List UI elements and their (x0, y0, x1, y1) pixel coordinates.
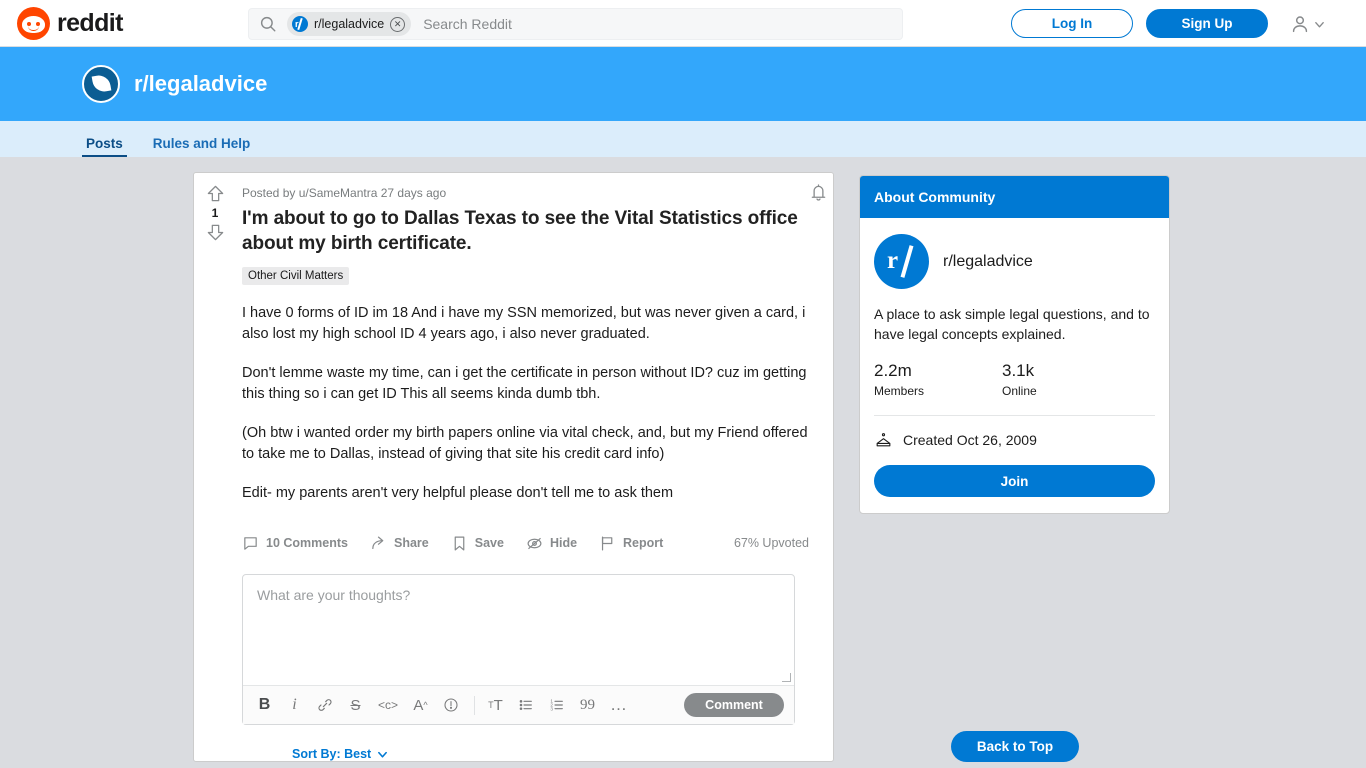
community-avatar-icon: r (874, 234, 929, 289)
chevron-down-icon (1315, 21, 1324, 27)
sort-label: Sort By: Best (292, 747, 372, 762)
subreddit-avatar-icon (82, 65, 120, 103)
share-button[interactable]: Share (370, 535, 429, 552)
join-community-button[interactable]: Join (874, 465, 1155, 498)
community-stats: 2.2m Members 3.1k Online (874, 361, 1155, 398)
back-to-top-button[interactable]: Back to Top (951, 731, 1079, 762)
post-flair[interactable]: Other Civil Matters (242, 267, 350, 286)
search-input[interactable]: Search Reddit (423, 16, 512, 32)
submit-comment-button[interactable]: Comment (684, 693, 784, 718)
comment-input[interactable]: What are your thoughts? (243, 575, 794, 685)
post-main: Posted by u/SameMantra 27 days ago I'm a… (236, 173, 833, 761)
top-navigation-bar: reddit r r/legaladvice ✕ Search Reddit L… (0, 0, 1366, 47)
hide-button[interactable]: Hide (526, 535, 577, 552)
login-button[interactable]: Log In (1011, 9, 1133, 38)
comments-button[interactable]: 10 Comments (242, 535, 348, 552)
cake-icon (876, 433, 891, 447)
about-community-header: About Community (860, 176, 1169, 218)
numbered-list-icon[interactable]: 123 (549, 697, 565, 713)
online-stat: 3.1k Online (1002, 361, 1130, 398)
page-content: 1 Posted by u/SameMantra 27 days ago I'm… (0, 157, 1366, 768)
comment-placeholder: What are your thoughts? (257, 587, 411, 604)
subreddit-banner: r/legaladvice (0, 47, 1366, 121)
hide-label: Hide (549, 536, 578, 551)
subreddit-avatar-icon: r (292, 16, 308, 32)
quote-icon[interactable]: 99 (580, 697, 595, 714)
search-scope-chip[interactable]: r r/legaladvice ✕ (287, 12, 412, 36)
members-count: 2.2m (874, 361, 912, 381)
members-label: Members (874, 384, 925, 399)
search-bar[interactable]: r r/legaladvice ✕ Search Reddit (248, 8, 903, 40)
post-paragraph: I have 0 forms of ID im 18 And i have my… (242, 305, 806, 343)
search-icon (260, 16, 276, 32)
bold-icon[interactable]: B (257, 696, 272, 714)
comments-sort-selector[interactable]: Sort By: Best (292, 747, 819, 761)
share-label: Share (393, 536, 429, 551)
bell-icon (811, 184, 826, 201)
comments-label: 10 Comments (266, 536, 348, 551)
community-created: Created Oct 26, 2009 (874, 430, 1155, 449)
created-date: Created Oct 26, 2009 (903, 431, 1037, 448)
search-chip-label: r/legaladvice (314, 17, 385, 31)
reddit-wordmark: reddit (57, 8, 123, 37)
community-identity[interactable]: r r/legaladvice (874, 234, 1155, 289)
post-paragraph: Edit- my parents aren't very helpful ple… (242, 485, 674, 502)
subreddit-name: r/legaladvice (134, 71, 268, 96)
post-paragraph: (Oh btw i wanted order my birth papers o… (242, 425, 808, 463)
community-description: A place to ask simple legal questions, a… (874, 306, 1150, 343)
save-label: Save (474, 536, 504, 551)
chevron-down-icon (378, 751, 388, 758)
more-options-icon[interactable]: … (610, 695, 628, 715)
online-count: 3.1k (1002, 361, 1035, 381)
subreddit-identity[interactable]: r/legaladvice (82, 65, 267, 103)
report-button[interactable]: Report (599, 535, 663, 552)
members-stat: 2.2m Members (874, 361, 1002, 398)
post-notifications-button[interactable] (808, 182, 829, 208)
report-label: Report (623, 536, 664, 551)
divider (874, 415, 1155, 417)
reddit-logo-icon (17, 6, 50, 40)
tab-rules-and-help[interactable]: Rules and Help (149, 136, 255, 157)
comment-composer: What are your thoughts? B i S <c> A ^ T … (242, 574, 795, 726)
editor-toolbar: B i S <c> A ^ TT 1 2 3 99 … Comment (243, 685, 794, 725)
post-title[interactable]: I'm about to go to Dallas Texas to see t… (242, 206, 819, 256)
spoiler-icon[interactable] (443, 697, 459, 713)
post-body: I have 0 forms of ID im 18 And i have my… (242, 303, 819, 504)
bookmark-icon (454, 536, 465, 551)
clear-search-scope-icon[interactable]: ✕ (390, 16, 406, 32)
subreddit-tab-bar: Posts Rules and Help (0, 121, 1366, 157)
italic-icon[interactable]: i (287, 696, 302, 714)
post-paragraph: Don't lemme waste my time, can i get the… (242, 365, 807, 403)
toolbar-divider (474, 695, 476, 715)
save-button[interactable]: Save (451, 535, 504, 552)
heading-icon[interactable]: TT (488, 697, 503, 714)
share-icon (372, 536, 384, 549)
strikethrough-icon[interactable]: S (348, 697, 363, 714)
user-account-menu[interactable] (1289, 13, 1325, 35)
post-action-bar: 10 Comments Share Save Hide Report 67% U… (242, 530, 819, 564)
post-card: 1 Posted by u/SameMantra 27 days ago I'm… (193, 172, 834, 763)
vote-score: 1 (211, 206, 219, 220)
bulleted-list-icon[interactable] (518, 697, 534, 713)
flag-icon (601, 536, 613, 551)
resize-handle[interactable] (782, 673, 791, 683)
hide-icon (527, 537, 542, 549)
reddit-home-link[interactable]: reddit (17, 6, 123, 40)
vote-column: 1 (194, 173, 236, 761)
user-avatar-icon (1292, 16, 1308, 33)
superscript-icon[interactable]: A ^ (413, 697, 428, 714)
online-label: Online (1002, 384, 1037, 399)
link-icon[interactable] (317, 697, 333, 713)
upvoted-percentage: 67% Upvoted (733, 536, 809, 551)
signup-button[interactable]: Sign Up (1146, 9, 1268, 38)
comment-icon (244, 536, 257, 550)
community-name: r/legaladvice (943, 252, 1033, 270)
downvote-button[interactable] (206, 223, 225, 242)
tab-posts[interactable]: Posts (82, 136, 127, 157)
inline-code-icon[interactable]: <c> (378, 698, 398, 712)
post-byline: Posted by u/SameMantra 27 days ago (242, 186, 447, 200)
about-community-panel: About Community r r/legaladvice A place … (859, 175, 1170, 515)
svg-text:3: 3 (550, 707, 553, 712)
upvote-button[interactable] (206, 184, 225, 203)
